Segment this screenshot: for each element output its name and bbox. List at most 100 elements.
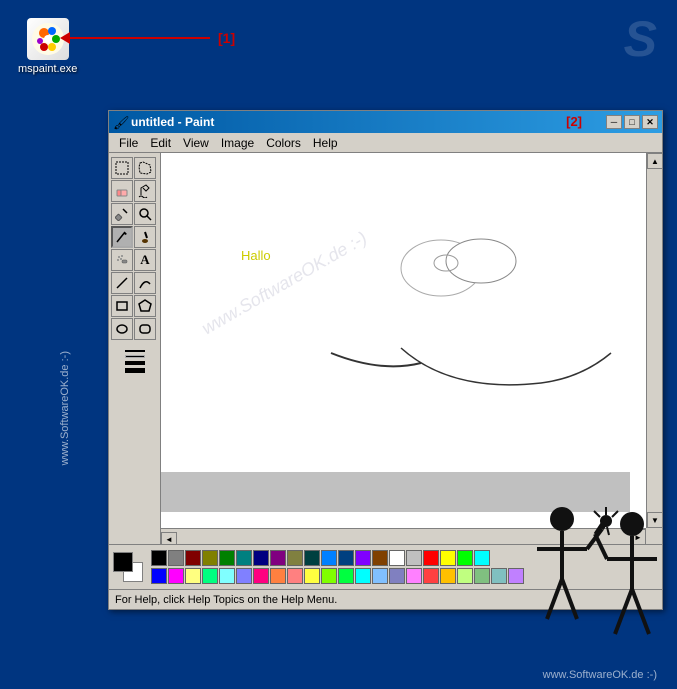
color-swatch[interactable]: [389, 550, 405, 566]
color-swatch[interactable]: [406, 550, 422, 566]
tool-curve[interactable]: [134, 272, 156, 294]
menu-view[interactable]: View: [177, 134, 215, 152]
tool-brush[interactable]: [134, 226, 156, 248]
color-swatch[interactable]: [423, 550, 439, 566]
scrollbar-vertical[interactable]: ▲ ▼: [646, 153, 662, 528]
color-swatch[interactable]: [321, 568, 337, 584]
color-swatch[interactable]: [355, 550, 371, 566]
color-swatch[interactable]: [372, 568, 388, 584]
annotation-label-2: [2]: [566, 114, 582, 129]
color-swatch[interactable]: [474, 568, 490, 584]
color-swatch[interactable]: [168, 568, 184, 584]
title-bar-left: 🖌 untitled - Paint: [113, 115, 214, 129]
color-swatch[interactable]: [287, 550, 303, 566]
tool-row-1: [111, 157, 158, 179]
desktop: www.SoftwareOK.de :-) S mspaint.exe [1]: [0, 0, 677, 689]
tool-fill[interactable]: [134, 180, 156, 202]
menu-colors[interactable]: Colors: [260, 134, 307, 152]
branding-left: www.SoftwareOK.de :-): [59, 351, 71, 465]
color-swatch[interactable]: [457, 568, 473, 584]
active-colors: [113, 552, 143, 582]
tool-row-8: [111, 318, 158, 340]
color-swatch[interactable]: [253, 568, 269, 584]
color-swatch[interactable]: [508, 568, 524, 584]
maximize-button[interactable]: □: [624, 115, 640, 129]
color-swatch[interactable]: [270, 568, 286, 584]
color-swatch[interactable]: [491, 568, 507, 584]
title-bar: 🖌 untitled - Paint [2] ─ □ ✕: [109, 111, 662, 133]
color-swatch[interactable]: [355, 568, 371, 584]
color-swatch[interactable]: [304, 550, 320, 566]
color-swatch[interactable]: [202, 568, 218, 584]
close-button[interactable]: ✕: [642, 115, 658, 129]
color-swatch[interactable]: [185, 550, 201, 566]
color-swatch[interactable]: [338, 550, 354, 566]
scroll-up-button[interactable]: ▲: [647, 153, 662, 169]
tool-pencil[interactable]: [111, 226, 133, 248]
color-swatch[interactable]: [474, 550, 490, 566]
tool-eyedropper[interactable]: [111, 203, 133, 225]
minimize-button[interactable]: ─: [606, 115, 622, 129]
line-width-1[interactable]: [125, 350, 145, 352]
tool-row-7: [111, 295, 158, 317]
title-bar-text: untitled - Paint: [131, 115, 214, 129]
color-swatch[interactable]: [219, 568, 235, 584]
tool-text[interactable]: A: [134, 249, 156, 271]
tool-eraser[interactable]: [111, 180, 133, 202]
tool-line[interactable]: [111, 272, 133, 294]
color-swatch[interactable]: [440, 550, 456, 566]
main-area: A: [109, 153, 662, 544]
color-swatch[interactable]: [304, 568, 320, 584]
tool-select-free[interactable]: [134, 157, 156, 179]
color-swatch[interactable]: [151, 568, 167, 584]
color-swatch[interactable]: [440, 568, 456, 584]
color-swatch[interactable]: [423, 568, 439, 584]
color-swatch[interactable]: [287, 568, 303, 584]
tool-ellipse[interactable]: [111, 318, 133, 340]
color-swatch[interactable]: [321, 550, 337, 566]
color-swatch[interactable]: [389, 568, 405, 584]
stick-figures: [527, 499, 667, 659]
color-swatch[interactable]: [202, 550, 218, 566]
line-width-3[interactable]: [125, 361, 145, 365]
menu-image[interactable]: Image: [215, 134, 260, 152]
tool-select-rect[interactable]: [111, 157, 133, 179]
color-swatch[interactable]: [253, 550, 269, 566]
scroll-left-button[interactable]: ◄: [161, 532, 177, 545]
menu-edit[interactable]: Edit: [144, 134, 177, 152]
arrow-line-1: [70, 37, 210, 39]
foreground-color-box[interactable]: [113, 552, 133, 572]
color-swatch[interactable]: [236, 550, 252, 566]
line-width-2[interactable]: [125, 355, 145, 358]
line-width-selector: [111, 345, 158, 378]
color-swatch[interactable]: [457, 550, 473, 566]
color-swatch[interactable]: [406, 568, 422, 584]
color-swatch[interactable]: [151, 550, 167, 566]
line-width-4[interactable]: [125, 368, 145, 373]
title-bar-controls: ─ □ ✕: [606, 115, 658, 129]
paint-title-icon: 🖌: [113, 115, 127, 129]
menu-file[interactable]: File: [113, 134, 144, 152]
logo-watermark: S: [624, 10, 657, 68]
color-swatch[interactable]: [185, 568, 201, 584]
tool-rounded-rect[interactable]: [134, 318, 156, 340]
toolbar: A: [109, 153, 161, 544]
color-swatch[interactable]: [168, 550, 184, 566]
color-swatch[interactable]: [372, 550, 388, 566]
color-swatch[interactable]: [219, 550, 235, 566]
status-text: For Help, click Help Topics on the Help …: [115, 594, 337, 606]
branding-bottom: www.SoftwareOK.de :-): [543, 669, 657, 681]
menu-help[interactable]: Help: [307, 134, 344, 152]
canvas[interactable]: www.SoftwareOK.de :-) Hallo: [161, 153, 646, 528]
mspaint-icon[interactable]: mspaint.exe: [18, 18, 77, 75]
color-swatch[interactable]: [270, 550, 286, 566]
arrow-head-1: [60, 32, 70, 44]
tool-airbrush[interactable]: [111, 249, 133, 271]
color-swatch[interactable]: [338, 568, 354, 584]
color-swatch[interactable]: [236, 568, 252, 584]
arrow-annotation-1: [1]: [60, 30, 235, 46]
annotation-label-1: [1]: [218, 30, 235, 46]
tool-polygon[interactable]: [134, 295, 156, 317]
tool-rect[interactable]: [111, 295, 133, 317]
tool-magnifier[interactable]: [134, 203, 156, 225]
